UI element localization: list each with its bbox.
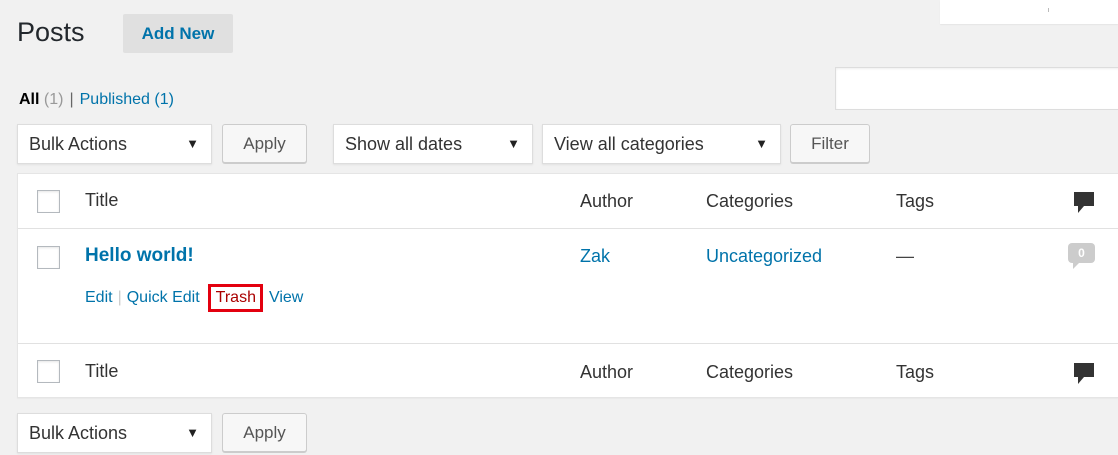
action-separator: | (117, 289, 122, 306)
post-tags-value: — (896, 246, 914, 266)
view-action-link[interactable]: View (269, 289, 303, 306)
view-published-label: Published (79, 91, 150, 108)
screen-options-divider (1048, 8, 1049, 12)
column-title-header[interactable]: Title (85, 188, 118, 212)
quick-edit-action-link[interactable]: Quick Edit (127, 289, 200, 306)
caret-down-icon: ▼ (755, 136, 768, 151)
search-posts-input[interactable] (835, 67, 1118, 110)
table-footer-row: Title Author Categories Tags (18, 343, 1118, 398)
screen-options-tab[interactable] (940, 0, 1118, 24)
post-category-link[interactable]: Uncategorized (706, 243, 822, 269)
view-separator: | (69, 91, 74, 108)
trash-action-link[interactable]: Trash (207, 284, 263, 312)
row-actions: Edit | Quick Edit Trash View (85, 284, 303, 312)
posts-table: Title Author Categories Tags Hello world… (17, 173, 1118, 398)
bulk-actions-select-top-value: Bulk Actions (29, 134, 128, 154)
comment-count-badge[interactable]: 0 (1068, 243, 1095, 269)
view-all-link[interactable]: All (1) (19, 91, 63, 108)
bulk-actions-select-bottom-value: Bulk Actions (29, 423, 128, 443)
caret-down-icon: ▼ (507, 136, 520, 151)
comment-bubble-icon[interactable] (1073, 362, 1095, 386)
select-all-checkbox-header[interactable] (37, 190, 60, 213)
caret-down-icon: ▼ (186, 425, 199, 440)
view-published-count: (1) (154, 91, 174, 108)
categories-filter-select[interactable]: View all categories ▼ (542, 124, 781, 164)
categories-filter-value: View all categories (554, 134, 704, 154)
column-title-footer[interactable]: Title (85, 359, 118, 383)
dates-filter-select[interactable]: Show all dates ▼ (333, 124, 533, 164)
column-categories-header: Categories (706, 191, 794, 211)
view-all-count: (1) (43, 91, 64, 108)
filter-button[interactable]: Filter (790, 124, 870, 163)
view-all-label: All (19, 91, 40, 108)
post-author-link[interactable]: Zak (580, 243, 610, 269)
select-all-checkbox-footer[interactable] (37, 360, 60, 383)
column-tags-header: Tags (896, 191, 935, 211)
add-new-button[interactable]: Add New (123, 14, 233, 53)
column-tags-footer: Tags (896, 362, 935, 382)
bulk-actions-select-top[interactable]: Bulk Actions ▼ (17, 124, 212, 164)
caret-down-icon: ▼ (186, 136, 199, 151)
table-row: Hello world! Edit | Quick Edit Trash View Za… (18, 229, 1118, 343)
column-categories-footer: Categories (706, 362, 794, 382)
view-published-link[interactable]: Published (1) (80, 91, 174, 108)
page-title: Posts (17, 17, 85, 47)
apply-button-top[interactable]: Apply (222, 124, 307, 163)
dates-filter-value: Show all dates (345, 134, 463, 154)
comment-bubble-icon[interactable] (1073, 191, 1095, 215)
post-status-views: All (1) | Published (1) (19, 89, 174, 111)
post-row-checkbox[interactable] (37, 246, 60, 269)
bulk-actions-select-bottom[interactable]: Bulk Actions ▼ (17, 413, 212, 453)
edit-action-link[interactable]: Edit (85, 289, 113, 306)
table-header-row: Title Author Categories Tags (18, 174, 1118, 229)
post-title-link[interactable]: Hello world! (85, 243, 194, 269)
column-author-footer: Author (580, 362, 634, 382)
apply-button-bottom[interactable]: Apply (222, 413, 307, 452)
column-author-header: Author (580, 191, 634, 211)
